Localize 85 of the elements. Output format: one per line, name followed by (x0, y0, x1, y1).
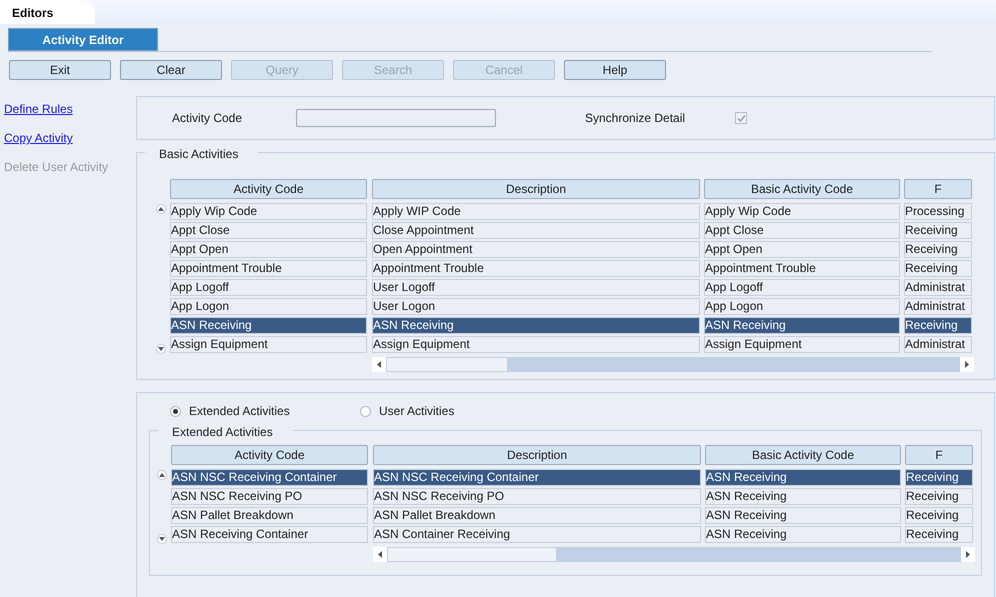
scroll-right-icon[interactable] (961, 547, 975, 562)
column-header[interactable]: Activity Code (171, 445, 368, 465)
table-cell[interactable]: ASN NSC Receiving Container (171, 469, 368, 486)
table-cell[interactable]: ASN Receiving Container (171, 526, 368, 543)
radio-label: User Activities (379, 403, 454, 420)
table-cell[interactable]: ASN NSC Receiving PO (373, 488, 701, 505)
column-header[interactable]: F (905, 445, 973, 465)
table-cell[interactable]: ASN Receiving (170, 317, 367, 334)
toolbar-button[interactable]: Clear (120, 60, 222, 80)
side-link[interactable]: Define Rules (4, 100, 136, 118)
table-cell[interactable]: Administrat (904, 279, 972, 296)
table-cell[interactable]: User Logon (372, 298, 700, 315)
table-cell[interactable]: App Logon (704, 298, 900, 315)
scroll-down-icon[interactable] (157, 533, 167, 545)
column-header[interactable]: Activity Code (170, 179, 367, 199)
table-cell[interactable]: Appt Open (704, 241, 900, 258)
table-cell[interactable]: Administrat (904, 298, 972, 315)
table-cell[interactable]: ASN Receiving (705, 526, 901, 543)
column-header[interactable]: Basic Activity Code (705, 445, 901, 465)
horizontal-scrollbar[interactable] (373, 547, 975, 562)
scroll-up-icon[interactable] (157, 469, 167, 481)
radio-button[interactable] (360, 406, 371, 416)
column-header[interactable]: Description (373, 445, 701, 465)
scroll-right-icon[interactable] (960, 357, 974, 372)
table-cell[interactable]: ASN NSC Receiving PO (171, 488, 368, 505)
column-header[interactable]: F (904, 179, 972, 199)
table-cell[interactable]: Apply Wip Code (704, 203, 900, 220)
table-cell[interactable]: ASN NSC Receiving Container (373, 469, 701, 486)
table-cell[interactable]: Receiving (905, 507, 973, 524)
table-cell[interactable]: Receiving (904, 222, 972, 239)
table-cell[interactable]: ASN Pallet Breakdown (373, 507, 701, 524)
table-cell[interactable]: User Logoff (372, 279, 700, 296)
field-label: Synchronize Detail (585, 110, 686, 127)
activity-code-field[interactable] (296, 109, 496, 127)
activity-editor-tab[interactable]: Activity Editor (8, 28, 158, 51)
side-link[interactable]: Copy Activity (4, 129, 136, 147)
table-cell[interactable]: Appointment Trouble (704, 260, 900, 277)
toolbar-button[interactable]: Exit (9, 60, 111, 80)
table-cell[interactable]: ASN Receiving (372, 317, 700, 334)
vertical-scrollbar[interactable] (155, 203, 167, 355)
table-cell[interactable]: Receiving (905, 526, 973, 543)
vertical-scrollbar[interactable] (156, 469, 168, 545)
table-cell[interactable]: App Logoff (170, 279, 367, 296)
field-label: Activity Code (172, 110, 244, 127)
table-cell[interactable]: Receiving (904, 241, 972, 258)
column-header[interactable]: Basic Activity Code (704, 179, 900, 199)
table-cell[interactable]: Apply Wip Code (170, 203, 367, 220)
table-cell[interactable]: Appointment Trouble (170, 260, 367, 277)
table-cell[interactable]: Receiving (904, 260, 972, 277)
table-cell[interactable]: ASN Receiving (705, 507, 901, 524)
horizontal-scrollbar[interactable] (372, 357, 974, 372)
table-cell[interactable]: ASN Pallet Breakdown (171, 507, 368, 524)
scroll-thumb[interactable] (386, 357, 508, 372)
column-header[interactable]: Description (372, 179, 700, 199)
table-cell[interactable]: Assign Equipment (704, 336, 900, 353)
table-cell[interactable]: Appointment Trouble (372, 260, 700, 277)
table-cell[interactable]: Administrat (904, 336, 972, 353)
table-cell[interactable]: Appt Close (704, 222, 900, 239)
scroll-up-icon[interactable] (156, 203, 166, 215)
radio-button[interactable] (170, 406, 181, 416)
table-cell[interactable]: Appt Open (170, 241, 367, 258)
table-cell[interactable]: App Logoff (704, 279, 900, 296)
table-cell[interactable]: Appt Close (170, 222, 367, 239)
table-cell[interactable]: ASN Receiving (705, 469, 901, 486)
scroll-left-icon[interactable] (372, 357, 386, 372)
scroll-left-icon[interactable] (373, 547, 387, 562)
table-cell[interactable]: ASN Container Receiving (373, 526, 701, 543)
scroll-thumb[interactable] (387, 547, 557, 562)
table-cell[interactable]: ASN Receiving (705, 488, 901, 505)
table-cell[interactable]: Assign Equipment (372, 336, 700, 353)
table-cell[interactable]: Receiving (905, 469, 973, 486)
scroll-down-icon[interactable] (156, 343, 166, 355)
radio-label: Extended Activities (189, 403, 290, 420)
table-cell[interactable]: Processing (904, 203, 972, 220)
table-cell[interactable]: Apply WIP Code (372, 203, 700, 220)
table-cell[interactable]: Close Appointment (372, 222, 700, 239)
table-cell[interactable]: Assign Equipment (170, 336, 367, 353)
table-cell[interactable]: App Logon (170, 298, 367, 315)
table-cell[interactable]: Receiving (904, 317, 972, 334)
toolbar-button[interactable]: Help (564, 60, 666, 80)
editors-tab[interactable]: Editors (0, 0, 95, 24)
table-cell[interactable]: Receiving (905, 488, 973, 505)
table-cell[interactable]: ASN Receiving (704, 317, 900, 334)
table-cell[interactable]: Open Appointment (372, 241, 700, 258)
checkbox[interactable] (735, 112, 747, 124)
